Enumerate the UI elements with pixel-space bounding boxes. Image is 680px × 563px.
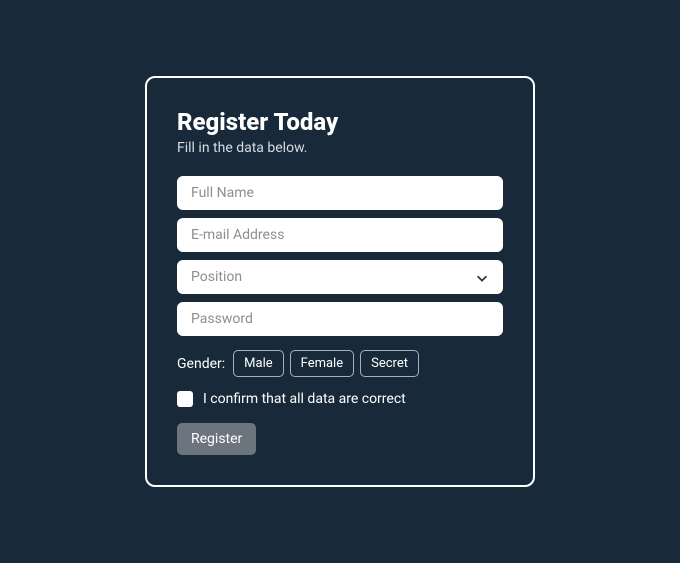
email-input[interactable]: [177, 218, 503, 252]
gender-male-button[interactable]: Male: [233, 350, 283, 377]
gender-label: Gender:: [177, 356, 225, 372]
fullname-input[interactable]: [177, 176, 503, 210]
confirm-label: I confirm that all data are correct: [203, 391, 406, 407]
gender-row: Gender: Male Female Secret: [177, 350, 503, 377]
form-title: Register Today: [177, 108, 503, 136]
password-input[interactable]: [177, 302, 503, 336]
form-subtitle: Fill in the data below.: [177, 140, 503, 156]
confirm-row: I confirm that all data are correct: [177, 391, 503, 407]
register-card: Register Today Fill in the data below. P…: [145, 76, 535, 487]
register-button[interactable]: Register: [177, 423, 256, 455]
gender-secret-button[interactable]: Secret: [360, 350, 419, 377]
confirm-checkbox[interactable]: [177, 391, 193, 407]
gender-female-button[interactable]: Female: [290, 350, 354, 377]
position-select-wrapper: Position: [177, 260, 503, 302]
position-select[interactable]: Position: [177, 260, 503, 294]
